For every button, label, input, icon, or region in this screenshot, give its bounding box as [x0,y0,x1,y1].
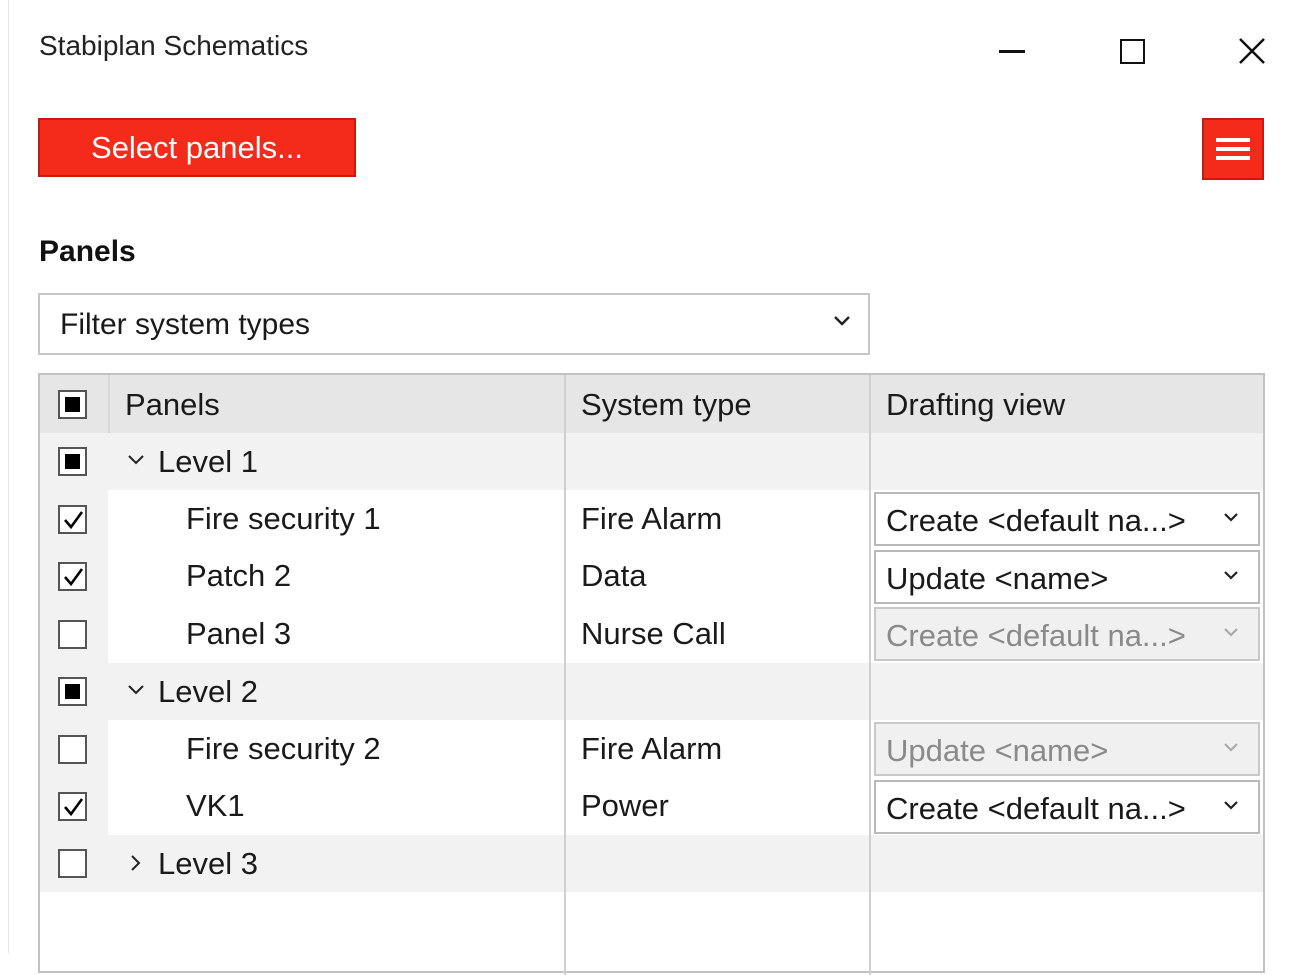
table-header: Panels System type Drafting view [40,375,1263,433]
group-row-level-2[interactable]: Level 2 [40,663,1263,720]
chevron-down-icon [1224,513,1238,522]
row-checkbox[interactable] [58,505,87,534]
system-type: Data [581,558,647,593]
maximize-button[interactable] [1102,22,1162,80]
drafting-view-dropdown[interactable]: Update <name> [874,550,1260,604]
row-checkbox[interactable] [58,735,87,764]
table-row[interactable]: Panel 3 Nurse Call Create <default na...… [40,605,1263,663]
group-row-level-1[interactable]: Level 1 [40,433,1263,490]
group-checkbox[interactable] [58,447,87,476]
table-row[interactable]: VK1 Power Create <default na...> [40,778,1263,835]
window-title: Stabiplan Schematics [39,30,309,61]
panel-name: Fire security 2 [186,731,381,766]
chevron-down-icon [1224,801,1238,810]
drafting-view-value: Create <default na...> [886,791,1186,826]
panel-name: Patch 2 [186,558,292,593]
group-label: Level 3 [158,846,258,881]
select-all-checkbox[interactable] [58,390,87,419]
table-row[interactable]: Fire security 1 Fire Alarm Create <defau… [40,490,1263,548]
chevron-down-icon[interactable] [126,452,146,468]
window-left-border [8,0,9,953]
select-panels-button[interactable]: Select panels... [38,118,356,177]
table-row[interactable]: Patch 2 Data Update <name> [40,548,1263,605]
drafting-view-dropdown: Update <name> [874,722,1260,776]
panels-table: Panels System type Drafting view Level 1… [38,373,1265,975]
filter-system-types-dropdown[interactable]: Filter system types [38,293,870,355]
drafting-view-value: Update <name> [886,733,1109,768]
menu-button[interactable] [1202,118,1264,180]
checkmark-icon [64,798,84,817]
minimize-button[interactable] [982,22,1042,80]
column-divider [108,375,110,433]
system-type: Nurse Call [581,616,726,651]
drafting-view-value: Create <default na...> [886,618,1186,653]
drafting-view-value: Update <name> [886,561,1109,596]
close-icon [1239,38,1265,64]
group-label: Level 1 [158,444,258,479]
drafting-view-dropdown: Create <default na...> [874,607,1260,661]
table-row[interactable]: Fire security 2 Fire Alarm Update <name> [40,720,1263,778]
filter-placeholder: Filter system types [60,308,311,341]
group-checkbox[interactable] [58,849,87,878]
checkmark-icon [64,511,84,530]
chevron-down-icon [834,316,850,326]
system-type: Power [581,788,669,823]
column-divider[interactable] [869,375,871,975]
row-checkbox[interactable] [58,620,87,649]
chevron-down-icon [1224,628,1238,637]
chevron-down-icon [1224,571,1238,580]
column-divider[interactable] [564,375,566,975]
chevron-right-icon[interactable] [128,853,144,873]
system-type: Fire Alarm [581,731,723,766]
drafting-view-dropdown[interactable]: Create <default na...> [874,492,1260,546]
group-label: Level 2 [158,674,258,709]
column-header-system-type: System type [581,387,752,422]
chevron-down-icon[interactable] [126,682,146,698]
maximize-icon [1119,38,1145,64]
group-row-level-3[interactable]: Level 3 [40,835,1263,892]
group-checkbox[interactable] [58,677,87,706]
row-checkbox[interactable] [58,562,87,591]
row-checkbox[interactable] [58,792,87,821]
close-button[interactable] [1222,22,1282,80]
panel-name: VK1 [186,788,245,823]
column-header-drafting-view: Drafting view [886,387,1066,422]
drafting-view-dropdown[interactable]: Create <default na...> [874,780,1260,834]
checkmark-icon [64,568,84,587]
panel-name: Fire security 1 [186,501,381,536]
minimize-icon [999,49,1025,53]
panel-name: Panel 3 [186,616,292,651]
drafting-view-value: Create <default na...> [886,503,1186,538]
chevron-down-icon [1224,743,1238,752]
system-type: Fire Alarm [581,501,723,536]
section-title: Panels [39,235,136,268]
column-header-panels: Panels [125,387,220,422]
hamburger-menu-icon [1216,138,1250,142]
